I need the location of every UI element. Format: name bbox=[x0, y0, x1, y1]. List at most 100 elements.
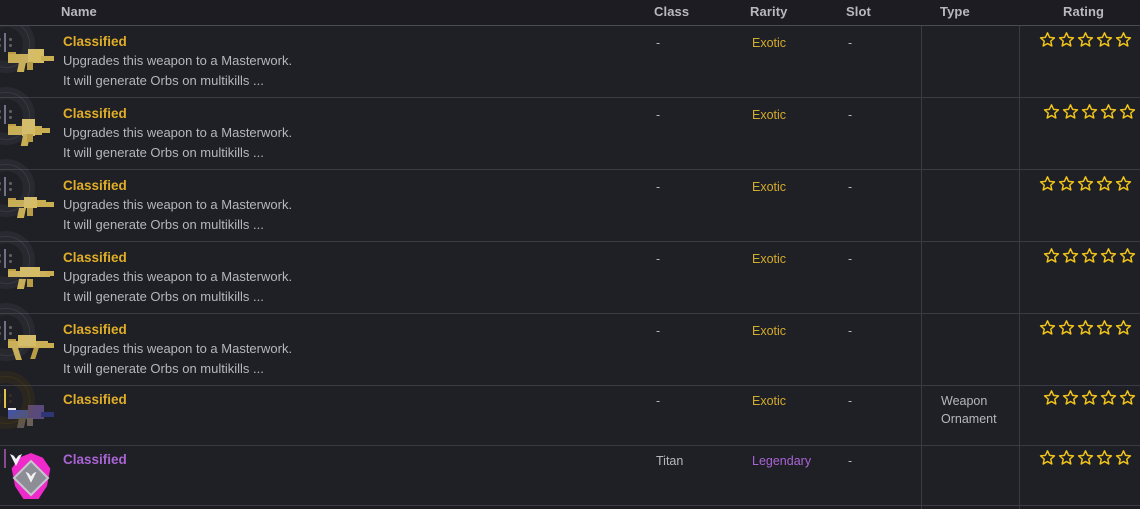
item-description-line-2: It will generate Orbs on multikills ... bbox=[63, 73, 264, 88]
rating-star[interactable] bbox=[1096, 319, 1113, 336]
item-rarity: Exotic bbox=[752, 394, 787, 408]
rating-star[interactable] bbox=[1100, 103, 1117, 120]
column-header-rarity[interactable]: Rarity bbox=[750, 4, 787, 19]
item-rarity: Exotic bbox=[752, 252, 787, 266]
item-name[interactable]: Classified bbox=[63, 248, 623, 267]
rating-stars[interactable] bbox=[1043, 389, 1139, 406]
rating-star[interactable] bbox=[1119, 247, 1136, 264]
column-header-class[interactable]: Class bbox=[654, 4, 689, 19]
rating-star[interactable] bbox=[1096, 31, 1113, 48]
item-description-line-2: It will generate Orbs on multikills ... bbox=[63, 145, 264, 160]
item-description-line-1: Upgrades this weapon to a Masterwork. bbox=[63, 197, 293, 212]
item-icon[interactable] bbox=[0, 105, 56, 158]
rating-star[interactable] bbox=[1062, 389, 1079, 406]
item-icon[interactable] bbox=[0, 389, 56, 442]
item-description-line-1: Upgrades this weapon to a Masterwork. bbox=[63, 269, 293, 284]
table-body: Classified Upgrades this weapon to a Mast… bbox=[0, 26, 1140, 506]
rating-stars[interactable] bbox=[1039, 449, 1135, 466]
item-slot: - bbox=[848, 180, 853, 194]
item-name-cell: Classified bbox=[63, 390, 623, 409]
item-name[interactable]: Classified bbox=[63, 390, 623, 409]
armor-icon-legendary[interactable] bbox=[4, 449, 51, 499]
rating-star[interactable] bbox=[1119, 389, 1136, 406]
rating-star[interactable] bbox=[1100, 247, 1117, 264]
rating-star[interactable] bbox=[1062, 247, 1079, 264]
item-table: Name Class Rarity Slot Type Rating Class… bbox=[0, 0, 1140, 509]
item-class: Titan bbox=[656, 454, 684, 468]
item-class: - bbox=[656, 324, 661, 338]
item-description-line-2: It will generate Orbs on multikills ... bbox=[63, 361, 264, 376]
rating-star[interactable] bbox=[1115, 319, 1132, 336]
rating-star[interactable] bbox=[1043, 247, 1060, 264]
rating-star[interactable] bbox=[1058, 319, 1075, 336]
rating-star[interactable] bbox=[1081, 389, 1098, 406]
rating-stars[interactable] bbox=[1043, 247, 1139, 264]
table-header-row: Name Class Rarity Slot Type Rating bbox=[0, 0, 1140, 26]
table-row[interactable]: Classified Upgrades this weapon to a Mast… bbox=[0, 314, 1140, 386]
item-name[interactable]: Classified bbox=[63, 450, 623, 469]
rating-star[interactable] bbox=[1077, 449, 1094, 466]
rating-star[interactable] bbox=[1096, 449, 1113, 466]
rating-stars[interactable] bbox=[1039, 175, 1135, 192]
item-description-line-1: Upgrades this weapon to a Masterwork. bbox=[63, 125, 293, 140]
rating-star[interactable] bbox=[1043, 389, 1060, 406]
table-row[interactable]: Classified Upgrades this weapon to a Mast… bbox=[0, 242, 1140, 314]
column-header-slot[interactable]: Slot bbox=[846, 4, 871, 19]
column-header-name[interactable]: Name bbox=[61, 4, 97, 19]
item-class: - bbox=[656, 180, 661, 194]
rating-star[interactable] bbox=[1039, 449, 1056, 466]
rating-star[interactable] bbox=[1115, 449, 1132, 466]
item-name-cell: Classified Upgrades this weapon to a Mast… bbox=[63, 32, 623, 91]
item-slot: - bbox=[848, 36, 853, 50]
table-row[interactable]: Classified - Exotic - Weapon Ornament bbox=[0, 386, 1140, 446]
item-icon[interactable] bbox=[0, 321, 56, 374]
rating-star[interactable] bbox=[1039, 175, 1056, 192]
rating-star[interactable] bbox=[1058, 449, 1075, 466]
rating-star[interactable] bbox=[1077, 319, 1094, 336]
rating-star[interactable] bbox=[1115, 175, 1132, 192]
column-divider-type bbox=[921, 0, 922, 509]
rating-star[interactable] bbox=[1043, 103, 1060, 120]
rating-star[interactable] bbox=[1039, 319, 1056, 336]
weapon-icon-gold[interactable] bbox=[0, 249, 54, 289]
item-type: Weapon Ornament bbox=[941, 394, 997, 426]
rating-star[interactable] bbox=[1058, 175, 1075, 192]
rating-star[interactable] bbox=[1058, 31, 1075, 48]
item-name[interactable]: Classified bbox=[63, 176, 623, 195]
rating-star[interactable] bbox=[1081, 103, 1098, 120]
weapon-ornament-icon[interactable] bbox=[0, 389, 54, 428]
weapon-icon-gold[interactable] bbox=[0, 33, 54, 72]
rating-star[interactable] bbox=[1077, 175, 1094, 192]
rating-star[interactable] bbox=[1081, 247, 1098, 264]
rating-star[interactable] bbox=[1039, 31, 1056, 48]
rating-star[interactable] bbox=[1077, 31, 1094, 48]
item-class: - bbox=[656, 36, 661, 50]
item-name-cell: Classified Upgrades this weapon to a Mast… bbox=[63, 320, 623, 379]
item-rarity: Exotic bbox=[752, 324, 787, 338]
weapon-icon-gold[interactable] bbox=[0, 321, 54, 360]
column-header-type[interactable]: Type bbox=[940, 4, 970, 19]
item-name[interactable]: Classified bbox=[63, 320, 623, 339]
rating-star[interactable] bbox=[1115, 31, 1132, 48]
column-header-rating[interactable]: Rating bbox=[1063, 4, 1104, 19]
item-name-cell: Classified Upgrades this weapon to a Mast… bbox=[63, 176, 623, 235]
weapon-icon-gold[interactable] bbox=[0, 177, 54, 218]
rating-star[interactable] bbox=[1100, 389, 1117, 406]
table-row[interactable]: Classified Upgrades this weapon to a Mast… bbox=[0, 98, 1140, 170]
rating-star[interactable] bbox=[1119, 103, 1136, 120]
table-row[interactable]: Classified Upgrades this weapon to a Mast… bbox=[0, 26, 1140, 98]
rating-stars[interactable] bbox=[1039, 319, 1135, 336]
rating-star[interactable] bbox=[1096, 175, 1113, 192]
weapon-icon-gold[interactable] bbox=[0, 105, 50, 146]
rating-star[interactable] bbox=[1062, 103, 1079, 120]
rating-stars[interactable] bbox=[1043, 103, 1139, 120]
rating-stars[interactable] bbox=[1039, 31, 1135, 48]
item-icon[interactable] bbox=[0, 33, 56, 86]
item-icon[interactable] bbox=[0, 249, 56, 302]
item-icon[interactable] bbox=[0, 177, 56, 230]
item-name[interactable]: Classified bbox=[63, 32, 623, 51]
table-row[interactable]: Classified Upgrades this weapon to a Mast… bbox=[0, 170, 1140, 242]
table-row[interactable]: Classified Titan Legendary - bbox=[0, 446, 1140, 506]
item-name[interactable]: Classified bbox=[63, 104, 623, 123]
item-icon[interactable] bbox=[4, 449, 56, 502]
